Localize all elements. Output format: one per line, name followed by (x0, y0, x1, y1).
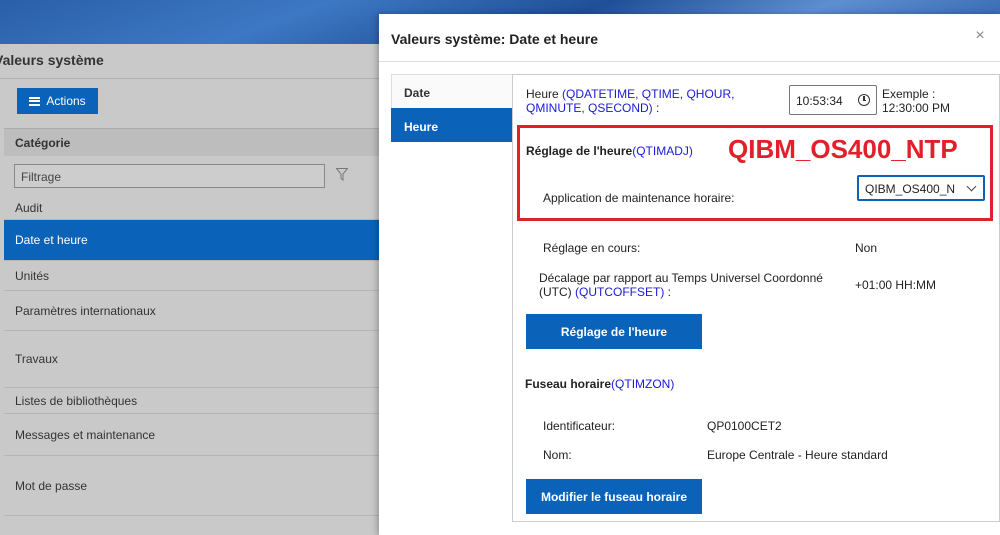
app-label: Application de maintenance horaire: (543, 191, 735, 205)
offset-code: (QUTCOFFSET) (575, 285, 665, 299)
page-title: Valeurs système (0, 52, 104, 68)
menu-icon (29, 96, 41, 106)
offset-value: +01:00 HH:MM (855, 278, 937, 292)
highlight-box: Réglage de l'heure(QTIMADJ) QIBM_OS400_N… (517, 125, 993, 221)
modal-header: Valeurs système: Date et heure × (379, 14, 1000, 62)
category-panel: Catégorie Filtrage Audit Date et heure U… (4, 128, 380, 535)
time-adjust-button[interactable]: Réglage de l'heure (526, 314, 702, 349)
offset-prefix: (UTC) (539, 285, 572, 299)
filter-icon[interactable] (335, 168, 349, 182)
tab-heure[interactable]: Heure (391, 108, 514, 142)
timezone-code: (QTIMZON) (611, 377, 675, 391)
tab-list: Date Heure (391, 74, 514, 142)
timezone-name-label: Nom: (543, 448, 572, 462)
category-item-parametres-internationaux[interactable]: Paramètres internationaux (4, 291, 380, 331)
actions-label: Actions (46, 94, 86, 108)
time-input[interactable]: 10:53:34 (789, 85, 877, 115)
time-value: 10:53:34 (796, 94, 843, 108)
in-progress-value: Non (855, 241, 878, 255)
modal-dialog: Valeurs système: Date et heure × Date He… (379, 14, 1000, 535)
actions-button[interactable]: Actions (17, 88, 98, 114)
time-colon: : (656, 101, 660, 115)
example-value: 12:30:00 PM (882, 101, 951, 115)
time-adjust-section-title: Réglage de l'heure(QTIMADJ) (526, 144, 693, 158)
category-header: Catégorie (4, 128, 380, 156)
tab-content-heure: Heure (QDATETIME, QTIME, QHOUR, QMINUTE,… (512, 74, 1000, 522)
modal-title: Valeurs système: Date et heure (391, 31, 598, 47)
maintenance-app-select[interactable]: QIBM_OS400_NTP (857, 175, 985, 201)
time-codes-1: (QDATETIME, QTIME, QHOUR, (562, 87, 735, 101)
offset-suffix: : (667, 285, 672, 299)
offset-label-line1: Décalage par rapport au Temps Universel … (539, 271, 823, 285)
close-icon[interactable]: × (972, 28, 988, 44)
offset-label: Décalage par rapport au Temps Universel … (539, 271, 839, 299)
select-value: QIBM_OS400_NTP (865, 182, 955, 196)
chevron-down-icon (966, 181, 977, 192)
divider (0, 78, 380, 79)
time-codes-2: QMINUTE, QSECOND) (526, 101, 653, 115)
category-item-unites[interactable]: Unités (4, 261, 380, 291)
in-progress-label: Réglage en cours: (543, 241, 641, 255)
filter-input[interactable]: Filtrage (14, 164, 325, 188)
clock-icon[interactable] (858, 94, 870, 106)
timezone-id-label: Identificateur: (543, 419, 616, 433)
category-item-audit[interactable]: Audit (4, 196, 380, 220)
timezone-name-value: Europe Centrale - Heure standard (707, 448, 888, 462)
example-label: Exemple : (882, 87, 936, 101)
time-example: Exemple : 12:30:00 PM (882, 87, 950, 115)
timezone-id-value: QP0100CET2 (707, 419, 782, 433)
timezone-title-text: Fuseau horaire (525, 377, 612, 391)
category-item-date-heure[interactable]: Date et heure (4, 220, 380, 261)
time-label-text: Heure (526, 87, 559, 101)
annotation-label: QIBM_OS400_NTP (728, 134, 958, 164)
time-label: Heure (QDATETIME, QTIME, QHOUR, QMINUTE,… (526, 87, 776, 115)
category-item-travaux[interactable]: Travaux (4, 331, 380, 388)
tab-date[interactable]: Date (391, 74, 514, 108)
timezone-section-title: Fuseau horaire(QTIMZON) (525, 377, 674, 391)
time-adjust-title-text: Réglage de l'heure (526, 144, 633, 158)
category-item-mot-de-passe[interactable]: Mot de passe (4, 456, 380, 516)
category-item-messages-maintenance[interactable]: Messages et maintenance (4, 414, 380, 456)
category-item-listes-bibliotheques[interactable]: Listes de bibliothèques (4, 388, 380, 414)
time-adjust-code: (QTIMADJ) (632, 144, 693, 158)
change-timezone-button[interactable]: Modifier le fuseau horaire (526, 479, 702, 514)
